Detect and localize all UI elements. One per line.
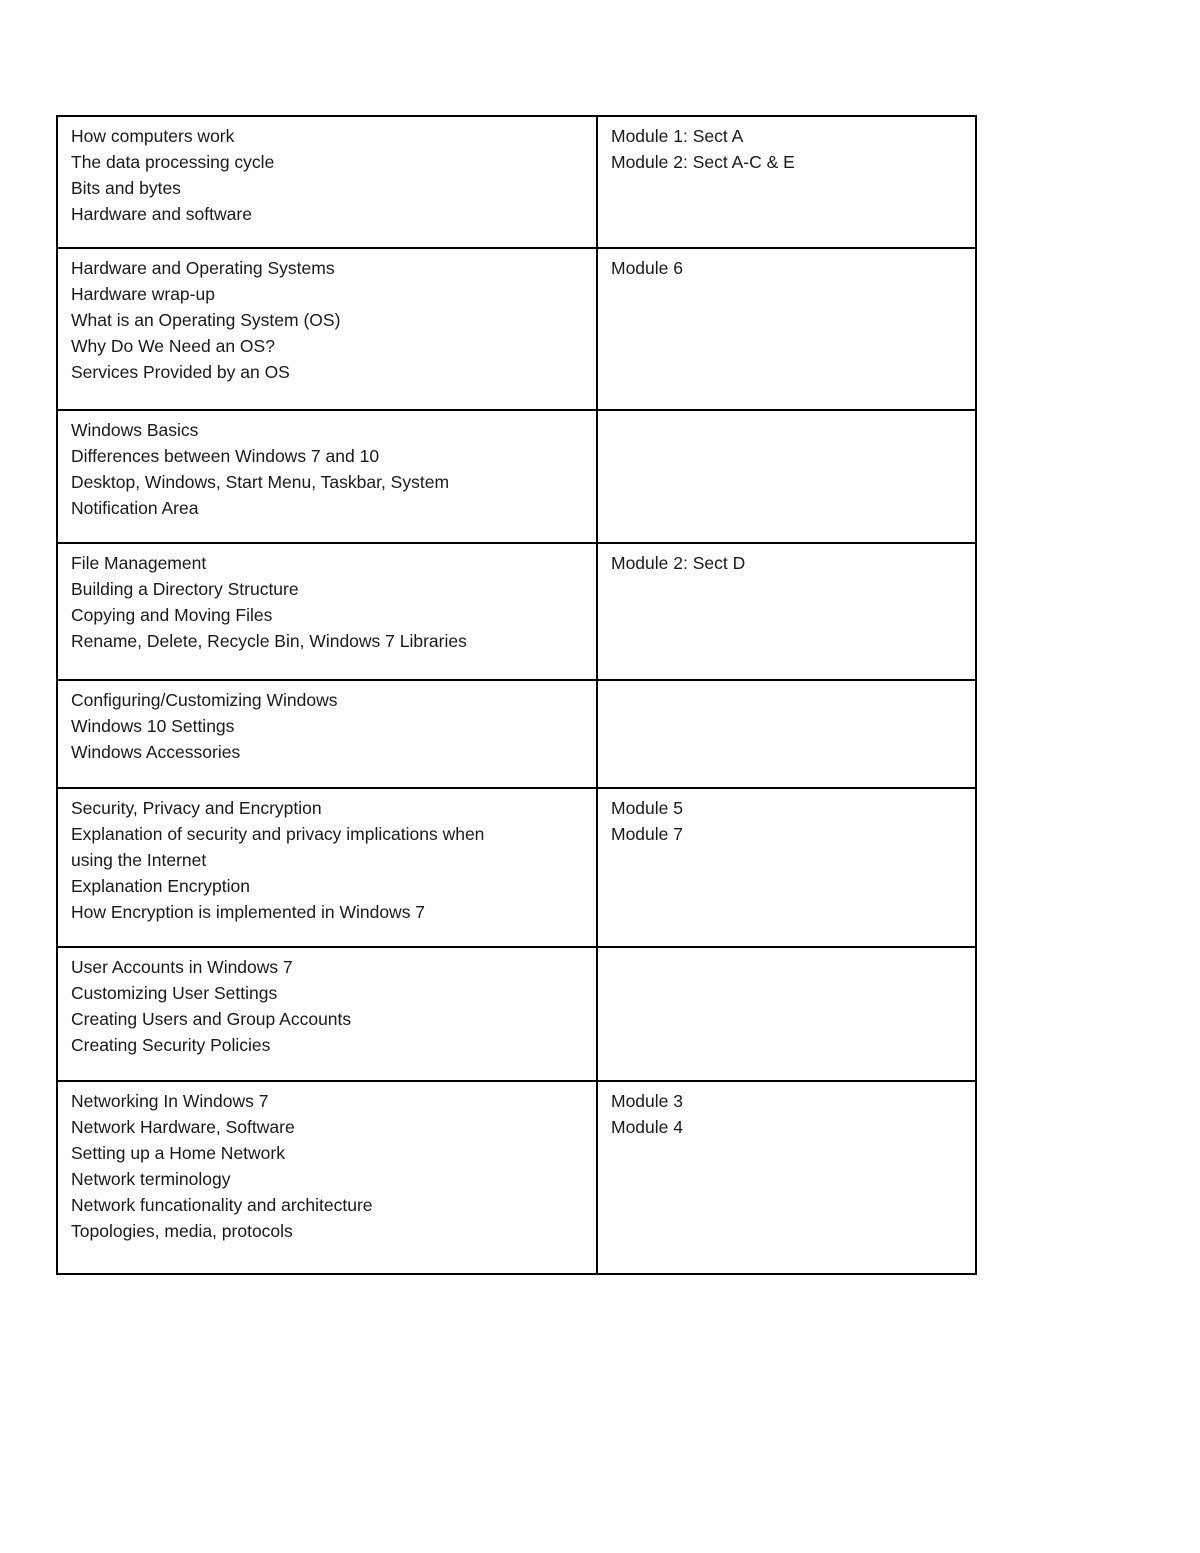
- topic-line: Windows Basics: [71, 420, 199, 440]
- table-row: Hardware and Operating Systems Hardware w…: [56, 247, 977, 411]
- module-line: Module 2: Sect D: [611, 553, 746, 573]
- module-cell: [596, 946, 977, 1082]
- module-cell: [596, 679, 977, 789]
- topic-cell: Windows Basics Differences between Window…: [56, 409, 598, 544]
- module-line-list: Module 3 Module 4: [611, 1088, 964, 1140]
- topic-line: Services Provided by an OS: [71, 362, 290, 382]
- table-row: User Accounts in Windows 7 Customizing Us…: [56, 946, 977, 1082]
- table-row: File Management Building a Directory Stru…: [56, 542, 977, 681]
- topic-line: Notification Area: [71, 498, 199, 518]
- topic-line-list: Security, Privacy and Encryption Explanat…: [71, 795, 585, 925]
- module-cell: Module 6: [596, 247, 977, 411]
- module-line: Module 4: [611, 1117, 683, 1137]
- topic-line: Security, Privacy and Encryption: [71, 798, 322, 818]
- topic-line: Creating Security Policies: [71, 1035, 271, 1055]
- topic-line: Configuring/Customizing Windows: [71, 690, 338, 710]
- module-line-list: Module 1: Sect A Module 2: Sect A-C & E: [611, 123, 964, 175]
- topic-line: How computers work: [71, 126, 235, 146]
- topic-line: Hardware wrap-up: [71, 284, 215, 304]
- module-line: Module 7: [611, 824, 683, 844]
- topic-line: Windows Accessories: [71, 742, 241, 762]
- topic-line: Hardware and Operating Systems: [71, 258, 335, 278]
- module-line: Module 5: [611, 798, 683, 818]
- topic-line: Topologies, media, protocols: [71, 1221, 293, 1241]
- module-line: Module 3: [611, 1091, 683, 1111]
- syllabus-table-body: How computers work The data processing cy…: [56, 115, 977, 1275]
- table-row: Networking In Windows 7 Network Hardware,…: [56, 1080, 977, 1275]
- topic-line: Network Hardware, Software: [71, 1117, 295, 1137]
- topic-cell: How computers work The data processing cy…: [56, 115, 598, 249]
- module-cell: Module 3 Module 4: [596, 1080, 977, 1275]
- topic-line-list: Hardware and Operating Systems Hardware w…: [71, 255, 585, 385]
- topic-line: Why Do We Need an OS?: [71, 336, 275, 356]
- topic-line: Creating Users and Group Accounts: [71, 1009, 352, 1029]
- topic-line: The data processing cycle: [71, 152, 275, 172]
- module-line-list: Module 2: Sect D: [611, 550, 964, 576]
- topic-cell: Security, Privacy and Encryption Explanat…: [56, 787, 598, 948]
- module-line: Module 2: Sect A-C & E: [611, 152, 795, 172]
- topic-line: What is an Operating System (OS): [71, 310, 341, 330]
- table-row: Security, Privacy and Encryption Explanat…: [56, 787, 977, 948]
- topic-line: Network terminology: [71, 1169, 231, 1189]
- topic-line-list: Configuring/Customizing Windows Windows 1…: [71, 687, 585, 765]
- syllabus-table: How computers work The data processing cy…: [56, 115, 977, 1275]
- topic-line-list: User Accounts in Windows 7 Customizing Us…: [71, 954, 585, 1058]
- topic-line: Building a Directory Structure: [71, 579, 299, 599]
- topic-line: Explanation Encryption: [71, 876, 250, 896]
- module-cell: Module 5 Module 7: [596, 787, 977, 948]
- topic-line-list: Windows Basics Differences between Window…: [71, 417, 585, 521]
- topic-line: Desktop, Windows, Start Menu, Taskbar, S…: [71, 472, 450, 492]
- topic-line: Differences between Windows 7 and 10: [71, 446, 380, 466]
- topic-line: Rename, Delete, Recycle Bin, Windows 7 L…: [71, 631, 467, 651]
- topic-line: Customizing User Settings: [71, 983, 278, 1003]
- topic-line: Explanation of security and privacy impl…: [71, 824, 485, 844]
- module-cell: [596, 409, 977, 544]
- topic-line: Network funcationality and architecture: [71, 1195, 373, 1215]
- topic-cell: Hardware and Operating Systems Hardware w…: [56, 247, 598, 411]
- topic-line: User Accounts in Windows 7: [71, 957, 293, 977]
- module-line: Module 6: [611, 258, 683, 278]
- topic-line: Bits and bytes: [71, 178, 181, 198]
- topic-line: Setting up a Home Network: [71, 1143, 285, 1163]
- topic-line: File Management: [71, 553, 207, 573]
- topic-line: Hardware and software: [71, 204, 252, 224]
- topic-line: Windows 10 Settings: [71, 716, 235, 736]
- topic-line-list: File Management Building a Directory Stru…: [71, 550, 585, 654]
- module-cell: Module 1: Sect A Module 2: Sect A-C & E: [596, 115, 977, 249]
- module-line-list: Module 5 Module 7: [611, 795, 964, 847]
- table-row: Configuring/Customizing Windows Windows 1…: [56, 679, 977, 789]
- document-page: How computers work The data processing cy…: [0, 0, 1200, 1553]
- module-line-list: Module 6: [611, 255, 964, 281]
- topic-cell: Configuring/Customizing Windows Windows 1…: [56, 679, 598, 789]
- topic-line: using the Internet: [71, 850, 207, 870]
- topic-line: How Encryption is implemented in Windows…: [71, 902, 426, 922]
- topic-line-list: How computers work The data processing cy…: [71, 123, 585, 227]
- topic-line: Copying and Moving Files: [71, 605, 273, 625]
- module-cell: Module 2: Sect D: [596, 542, 977, 681]
- topic-line-list: Networking In Windows 7 Network Hardware,…: [71, 1088, 585, 1244]
- table-row: How computers work The data processing cy…: [56, 115, 977, 249]
- topic-cell: File Management Building a Directory Stru…: [56, 542, 598, 681]
- topic-cell: Networking In Windows 7 Network Hardware,…: [56, 1080, 598, 1275]
- module-line: Module 1: Sect A: [611, 126, 744, 146]
- topic-line: Networking In Windows 7: [71, 1091, 269, 1111]
- table-row: Windows Basics Differences between Window…: [56, 409, 977, 544]
- topic-cell: User Accounts in Windows 7 Customizing Us…: [56, 946, 598, 1082]
